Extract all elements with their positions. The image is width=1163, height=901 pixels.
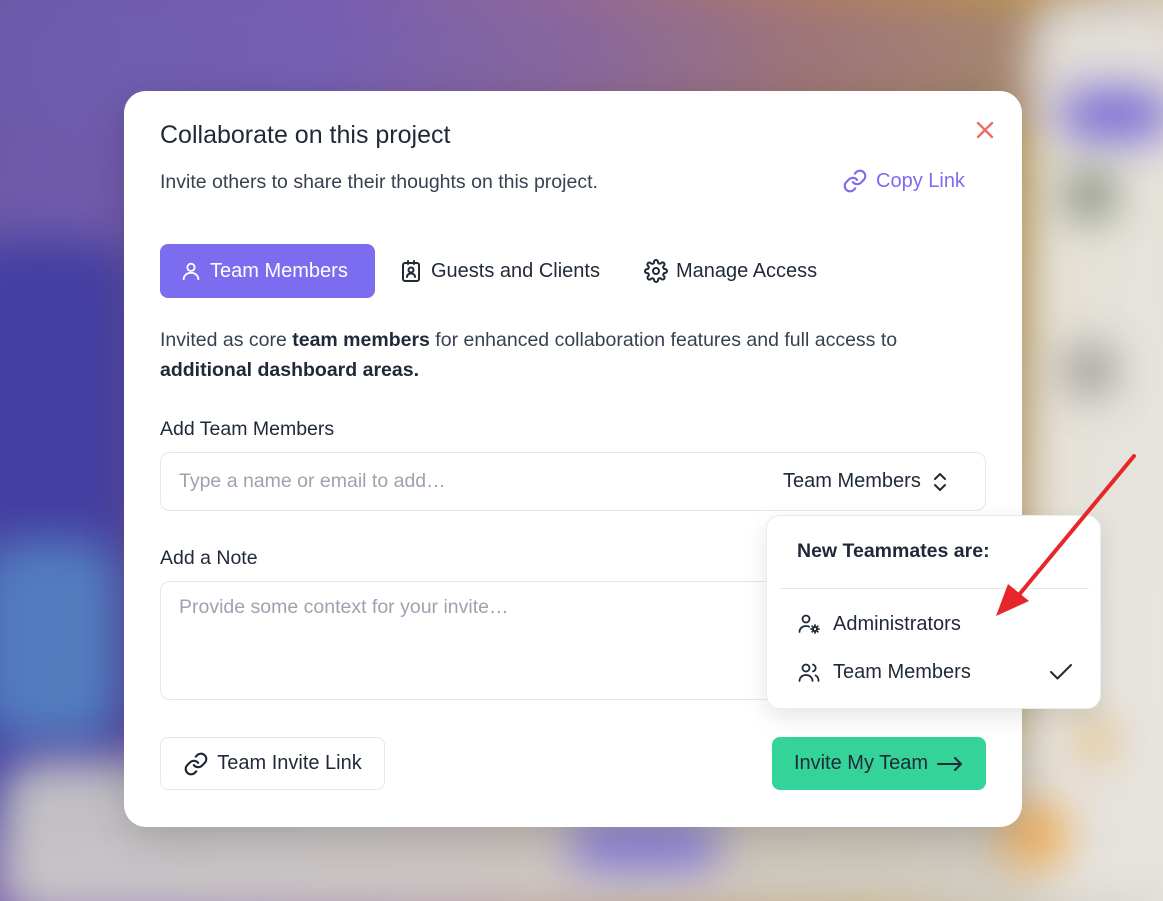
role-dropdown-header: New Teammates are: — [797, 540, 990, 562]
note-label: Add a Note — [160, 547, 258, 569]
close-button[interactable] — [974, 119, 996, 141]
role-option-team-members[interactable]: Team Members — [797, 660, 1077, 684]
modal-subtitle: Invite others to share their thoughts on… — [160, 171, 598, 193]
link-icon — [184, 752, 208, 775]
contact-badge-icon — [402, 260, 420, 282]
users-icon — [798, 663, 820, 682]
link-icon — [843, 169, 867, 193]
modal-title: Collaborate on this project — [160, 121, 451, 149]
invite-my-team-label: Invite My Team — [793, 752, 929, 774]
copy-link-label: Copy Link — [876, 169, 965, 192]
tab-label: Team Members — [210, 259, 348, 282]
note-textarea[interactable] — [179, 596, 779, 686]
role-select-value: Team Members — [783, 470, 921, 492]
team-invite-link-button[interactable]: Team Invite Link — [160, 737, 385, 790]
collaborate-modal: Collaborate on this project Invite other… — [124, 91, 1022, 827]
invite-my-team-button[interactable]: Invite My Team — [772, 737, 986, 790]
arrow-right-icon — [937, 756, 963, 771]
tab-description: Invited as core team members for enhance… — [160, 329, 898, 381]
role-select[interactable]: Team Members — [783, 453, 949, 510]
user-gear-icon — [798, 614, 820, 634]
add-members-field: Team Members — [160, 452, 986, 511]
tab-label: Manage Access — [675, 259, 818, 282]
gear-icon — [644, 259, 668, 283]
tab-team-members[interactable]: Team Members — [160, 244, 375, 298]
tab-manage-access[interactable]: Manage Access — [618, 244, 835, 298]
close-icon — [976, 121, 994, 139]
divider — [781, 588, 1089, 589]
team-invite-link-label: Team Invite Link — [217, 752, 362, 774]
checkmark-icon — [1050, 664, 1072, 680]
role-option-label: Team Members — [833, 660, 971, 683]
role-dropdown-menu: New Teammates are: Administrators Team M… — [766, 515, 1101, 709]
tab-guests-and-clients[interactable]: Guests and Clients — [375, 244, 618, 298]
role-option-administrators[interactable]: Administrators — [797, 612, 1077, 636]
tab-bar: Team Members Guests and Clients Manage A… — [160, 244, 835, 298]
copy-link-button[interactable]: Copy Link — [842, 168, 965, 194]
tab-label: Guests and Clients — [431, 259, 600, 282]
add-members-label: Add Team Members — [160, 418, 335, 440]
user-icon — [182, 262, 200, 281]
chevron-up-down-icon — [933, 472, 946, 491]
role-option-label: Administrators — [833, 612, 961, 635]
member-search-input[interactable] — [179, 453, 739, 510]
